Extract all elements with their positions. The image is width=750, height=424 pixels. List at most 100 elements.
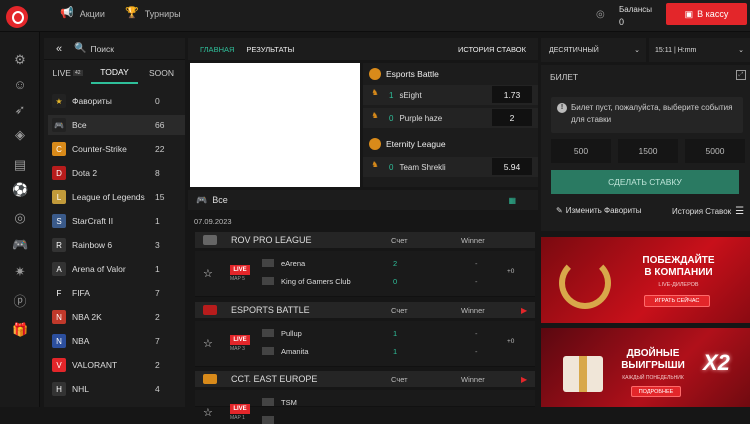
banner1-headline: ПОБЕЖДАЙТЕ В КОМПАНИИ LIVE-ДИЛЕРОВ: [616, 255, 741, 291]
odds-button[interactable]: 1.73: [492, 86, 532, 103]
time-format-select[interactable]: 15:11 | H:mm ⌄: [649, 38, 750, 62]
top-bar: 📢 Акции 🏆 Турниры ◎ Балансы 0 ▣ В кассу: [0, 0, 750, 32]
winner-odd-2[interactable]: -: [475, 347, 478, 356]
edit-favorites-link[interactable]: ✎ Изменить Фавориты: [556, 206, 641, 215]
play-now-button[interactable]: ИГРАТЬ СЕЙЧАС: [644, 295, 710, 307]
play-icon[interactable]: ▶: [521, 375, 527, 384]
gamepad-icon[interactable]: 🎮: [12, 237, 28, 253]
search-icon: 🔍: [74, 43, 87, 54]
edit-favorites-label: Изменить Фавориты: [565, 206, 642, 215]
featured-league-header[interactable]: Eternity League: [363, 135, 538, 153]
sidebar-item[interactable]: A Arena of Valor 1: [48, 259, 185, 279]
league-header[interactable]: ESPORTS BATTLE Счет Winner ▶: [195, 302, 535, 318]
date-label: 07.09.2023: [194, 217, 232, 226]
sidebar-item[interactable]: ★ Фавориты 0: [48, 91, 185, 111]
featured-team: Purple haze: [399, 113, 443, 123]
stream-area: [190, 63, 360, 187]
match-row[interactable]: ☆ LIVE MAP 3 Pullup Amanita 1 1 - - +0: [195, 321, 535, 367]
sidebar-item[interactable]: C Counter-Strike 22: [48, 139, 185, 159]
tab-live[interactable]: LIVE 42: [44, 62, 91, 84]
esports-icon[interactable]: ✷: [12, 264, 28, 280]
expand-icon[interactable]: ⤢: [736, 70, 746, 80]
winner-odd-1[interactable]: -: [475, 259, 478, 268]
play-icon[interactable]: ▶: [521, 306, 527, 315]
sidebar-item[interactable]: F FIFA 7: [48, 283, 185, 303]
hide-balance-icon[interactable]: ◎: [596, 10, 610, 20]
tab-results[interactable]: РЕЗУЛЬТАТЫ: [246, 45, 294, 54]
bet-history-right-link[interactable]: История Ставок ☰: [672, 206, 744, 217]
settings-icon[interactable]: ⚙: [12, 52, 28, 68]
amount-button[interactable]: 5000: [685, 139, 745, 163]
odds-button[interactable]: 2: [492, 109, 532, 126]
bet-history-link[interactable]: История ставок: [458, 45, 526, 54]
featured-row[interactable]: ♞ 0 Team Shrekli 5.94: [363, 157, 538, 177]
rocket-icon[interactable]: ➶: [12, 102, 28, 118]
promo-banner-live-dealers[interactable]: ПОБЕЖДАЙТЕ В КОМПАНИИ LIVE-ДИЛЕРОВ ИГРАТ…: [541, 237, 750, 323]
search-input[interactable]: Поиск: [90, 44, 114, 54]
sidebar-item[interactable]: L League of Legends 15: [48, 187, 185, 207]
score-header: Счет: [391, 374, 408, 384]
profile-icon[interactable]: ☺: [12, 77, 28, 93]
tab-main[interactable]: ГЛАВНАЯ: [200, 45, 234, 54]
center-tab-bar: ГЛАВНАЯ РЕЗУЛЬТАТЫ История ставок: [188, 38, 538, 60]
collapse-icon[interactable]: «: [44, 43, 74, 55]
featured-row[interactable]: ♞ 0 Purple haze 2: [363, 108, 538, 128]
league-header[interactable]: ROV PRO LEAGUE Счет Winner: [195, 232, 535, 248]
odds-button[interactable]: 5.94: [492, 158, 532, 175]
more-markets[interactable]: +0: [507, 338, 514, 345]
sidebar-item[interactable]: S StarCraft II 1: [48, 211, 185, 231]
favorite-star-icon[interactable]: ☆: [203, 337, 213, 350]
tournaments-link[interactable]: 🏆 Турниры: [125, 8, 181, 19]
favorite-star-icon[interactable]: ☆: [203, 267, 213, 280]
pencil-icon: ✎: [556, 206, 563, 215]
cards-icon[interactable]: ▤: [12, 157, 28, 173]
more-markets[interactable]: +0: [507, 268, 514, 275]
tab-soon[interactable]: SOON: [138, 62, 185, 84]
odds-format-select[interactable]: Десятичный ⌄: [541, 38, 646, 62]
gift-box-icon: [563, 356, 603, 392]
sidebar-item[interactable]: N NBA 2K 2: [48, 307, 185, 327]
balances-label: Балансы: [619, 5, 652, 14]
details-button[interactable]: ПОДРОБНЕЕ: [631, 386, 681, 397]
sidebar-item[interactable]: D Dota 2 8: [48, 163, 185, 183]
league-header[interactable]: CCT. EAST EUROPE Счет Winner ▶: [195, 371, 535, 387]
match-row[interactable]: ☆ LIVE MAP 5 eArena King of Gamers Club 2 0 - - +…: [195, 251, 535, 297]
featured-row[interactable]: ♞ 1 sEight 1.73: [363, 85, 538, 105]
sidebar-item[interactable]: V VALORANT 2: [48, 355, 185, 375]
sidebar-item-label: FIFA: [72, 288, 90, 298]
amount-button[interactable]: 500: [551, 139, 611, 163]
make-bet-button[interactable]: СДЕЛАТЬ СТАВКУ: [551, 170, 739, 194]
sidebar-item[interactable]: 🎮 Все 66: [48, 115, 185, 135]
sidebar-item-count: 22: [155, 144, 165, 154]
target-icon[interactable]: ◎: [12, 210, 28, 226]
match-row[interactable]: ☆ LIVE MAP 1 TSM: [195, 390, 535, 424]
sidebar-item-label: NBA 2K: [72, 312, 102, 322]
tab-today[interactable]: TODAY: [91, 62, 138, 84]
football-icon[interactable]: ⚽: [12, 182, 28, 198]
brand-icon[interactable]: ⓟ: [12, 294, 28, 310]
logo-icon[interactable]: [6, 6, 28, 28]
gift-icon[interactable]: 🎁: [12, 322, 28, 338]
promo-banner-double-wins[interactable]: ДВОЙНЫЕ ВЫИГРЫШИ КАЖДЫЙ ПОНЕДЕЛЬНИК ПОДР…: [541, 328, 750, 407]
time-format-value: 15:11 | H:mm: [655, 46, 697, 54]
sidebar-item[interactable]: N NBA 7: [48, 331, 185, 351]
sport-icon: V: [52, 358, 66, 372]
promos-link[interactable]: 📢 Акции: [60, 8, 105, 19]
league-name: CCT. EAST EUROPE: [231, 374, 318, 384]
chip-icon[interactable]: ◈: [12, 127, 28, 143]
amount-button[interactable]: 1500: [618, 139, 678, 163]
deposit-button[interactable]: ▣ В кассу: [666, 3, 747, 25]
favorite-star-icon[interactable]: ☆: [203, 406, 213, 419]
featured-league-header[interactable]: Esports Battle: [363, 65, 538, 83]
gift-ribbon: [579, 356, 587, 392]
sidebar-item[interactable]: R Rainbow 6 3: [48, 235, 185, 255]
sidebar-item-count: 7: [155, 288, 160, 298]
chevron-down-icon: ⌄: [738, 47, 744, 54]
grid-view-icon[interactable]: ▦: [508, 196, 516, 205]
map-label: MAP 3: [230, 346, 245, 352]
sidebar-item[interactable]: H NHL 4: [48, 379, 185, 399]
winner-odd-1[interactable]: -: [475, 329, 478, 338]
sidebar-item-count: 2: [155, 312, 160, 322]
banner1-line2: В КОМПАНИИ: [644, 267, 713, 278]
winner-odd-2[interactable]: -: [475, 277, 478, 286]
